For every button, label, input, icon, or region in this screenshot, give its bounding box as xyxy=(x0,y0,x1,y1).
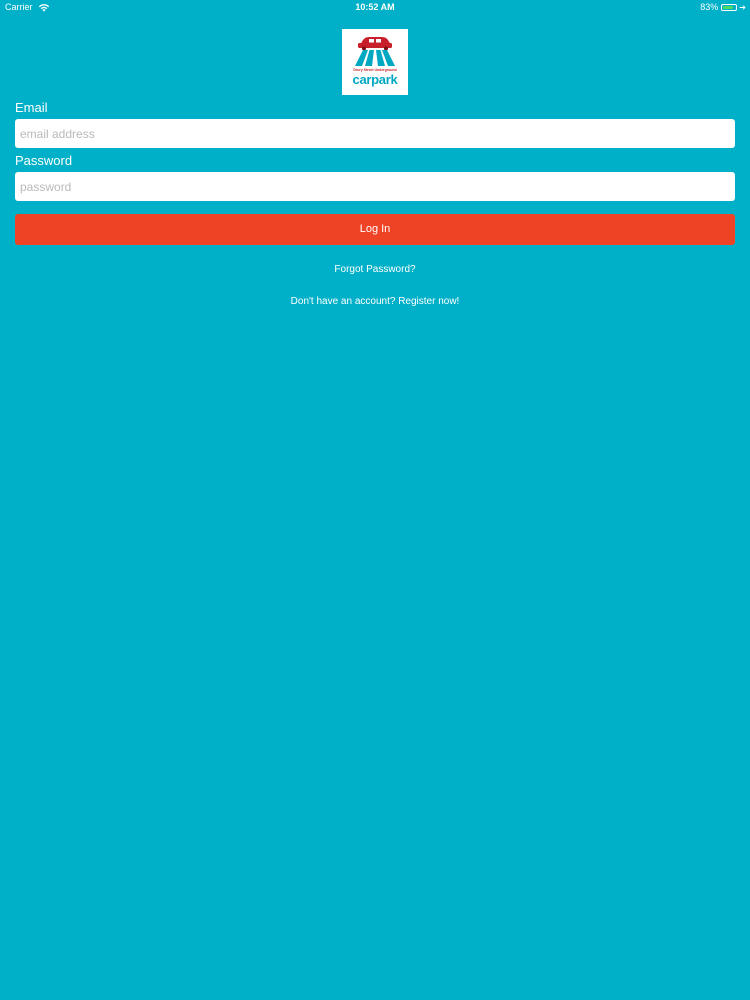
login-button[interactable]: Log In xyxy=(15,214,735,245)
email-label: Email xyxy=(15,100,48,115)
charging-icon: ➔ xyxy=(739,2,746,12)
password-input[interactable] xyxy=(15,172,735,201)
battery-icon xyxy=(721,3,738,11)
status-bar: Carrier 10:52 AM 83% ➔ xyxy=(0,0,750,16)
carpark-logo: Drury Street Underground carpark xyxy=(342,29,408,95)
status-right: 83% ➔ xyxy=(700,2,746,12)
battery-fill xyxy=(723,5,734,9)
password-label: Password xyxy=(15,153,73,168)
status-time: 10:52 AM xyxy=(355,2,395,12)
email-input[interactable] xyxy=(15,119,735,148)
carpark-logo-graphic xyxy=(355,37,395,66)
battery-percent: 83% xyxy=(700,2,719,12)
logo-wordmark: carpark xyxy=(352,72,398,87)
register-link[interactable]: Don't have an account? Register now! xyxy=(0,296,750,307)
forgot-password-link[interactable]: Forgot Password? xyxy=(0,264,750,275)
